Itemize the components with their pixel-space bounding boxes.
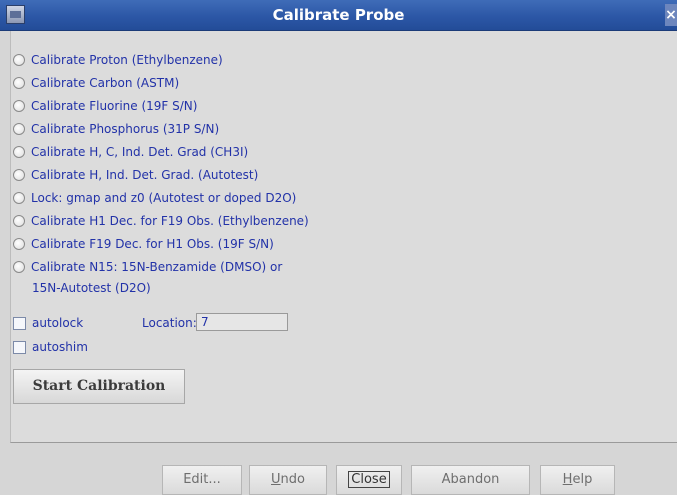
option-label: Calibrate H, Ind. Det. Grad. (Autotest) — [31, 168, 259, 182]
radio-button-icon[interactable] — [13, 54, 25, 66]
radio-button-icon[interactable] — [13, 77, 25, 89]
radio-button-icon[interactable] — [13, 238, 25, 250]
title-bar: Calibrate Probe × — [0, 0, 677, 31]
help-button[interactable]: Help — [540, 465, 615, 495]
option-calibrate-h1-dec[interactable]: Calibrate H1 Dec. for F19 Obs. (Ethylben… — [13, 211, 309, 231]
option-label: Calibrate H1 Dec. for F19 Obs. (Ethylben… — [31, 214, 309, 228]
option-calibrate-fluorine[interactable]: Calibrate Fluorine (19F S/N) — [13, 96, 197, 116]
close-button[interactable]: Close — [336, 465, 402, 495]
help-label: elp — [572, 472, 593, 487]
autolock-label: autolock — [32, 316, 84, 330]
undo-label: ndo — [280, 472, 305, 487]
option-label: Calibrate Carbon (ASTM) — [31, 76, 180, 90]
autolock-checkbox-row[interactable]: autolock — [13, 313, 83, 333]
option-label: Lock: gmap and z0 (Autotest or doped D2O… — [31, 191, 297, 205]
autoshim-label: autoshim — [32, 340, 88, 354]
autolock-checkbox[interactable] — [13, 316, 26, 330]
radio-button-icon[interactable] — [13, 215, 25, 227]
option-calibrate-f19-dec[interactable]: Calibrate F19 Dec. for H1 Obs. (19F S/N) — [13, 234, 274, 254]
option-lock-gmap[interactable]: Lock: gmap and z0 (Autotest or doped D2O… — [13, 188, 296, 208]
radio-button-icon[interactable] — [13, 169, 25, 181]
option-label: Calibrate Phosphorus (31P S/N) — [31, 122, 220, 136]
window-title: Calibrate Probe — [272, 6, 405, 24]
edit-button[interactable]: Edit... — [162, 465, 242, 495]
autoshim-checkbox[interactable] — [13, 340, 26, 354]
option-label: Calibrate F19 Dec. for H1 Obs. (19F S/N) — [31, 237, 274, 251]
option-label: Calibrate Fluorine (19F S/N) — [31, 99, 198, 113]
radio-button-icon[interactable] — [13, 192, 25, 204]
location-label: Location: — [142, 316, 197, 330]
close-label: Close — [348, 471, 390, 488]
window-close-icon[interactable]: × — [665, 4, 677, 26]
undo-mnemonic: U — [271, 472, 281, 487]
option-calibrate-h-grad[interactable]: Calibrate H, Ind. Det. Grad. (Autotest) — [13, 165, 258, 185]
help-mnemonic: H — [562, 472, 573, 487]
radio-button-icon[interactable] — [13, 146, 25, 158]
option-calibrate-phosphorus[interactable]: Calibrate Phosphorus (31P S/N) — [13, 119, 219, 139]
option-label-continuation: 15N-Autotest (D2O) — [32, 281, 151, 295]
option-label: Calibrate N15: 15N-Benzamide (DMSO) or — [31, 260, 283, 274]
option-label: Calibrate Proton (Ethylbenzene) — [31, 53, 223, 67]
start-calibration-button[interactable]: Start Calibration — [13, 369, 185, 404]
option-calibrate-hc-grad[interactable]: Calibrate H, C, Ind. Det. Grad (CH3I) — [13, 142, 248, 162]
option-label: Calibrate H, C, Ind. Det. Grad (CH3I) — [31, 145, 249, 159]
option-calibrate-carbon[interactable]: Calibrate Carbon (ASTM) — [13, 73, 179, 93]
radio-button-icon[interactable] — [13, 100, 25, 112]
location-input[interactable]: 7 — [196, 313, 288, 331]
radio-button-icon[interactable] — [13, 261, 25, 273]
radio-button-icon[interactable] — [13, 123, 25, 135]
abandon-button[interactable]: Abandon — [411, 465, 530, 495]
undo-button[interactable]: Undo — [249, 465, 327, 495]
option-calibrate-proton[interactable]: Calibrate Proton (Ethylbenzene) — [13, 50, 223, 70]
option-calibrate-n15[interactable]: Calibrate N15: 15N-Benzamide (DMSO) or — [13, 257, 282, 277]
autoshim-checkbox-row[interactable]: autoshim — [13, 337, 88, 357]
